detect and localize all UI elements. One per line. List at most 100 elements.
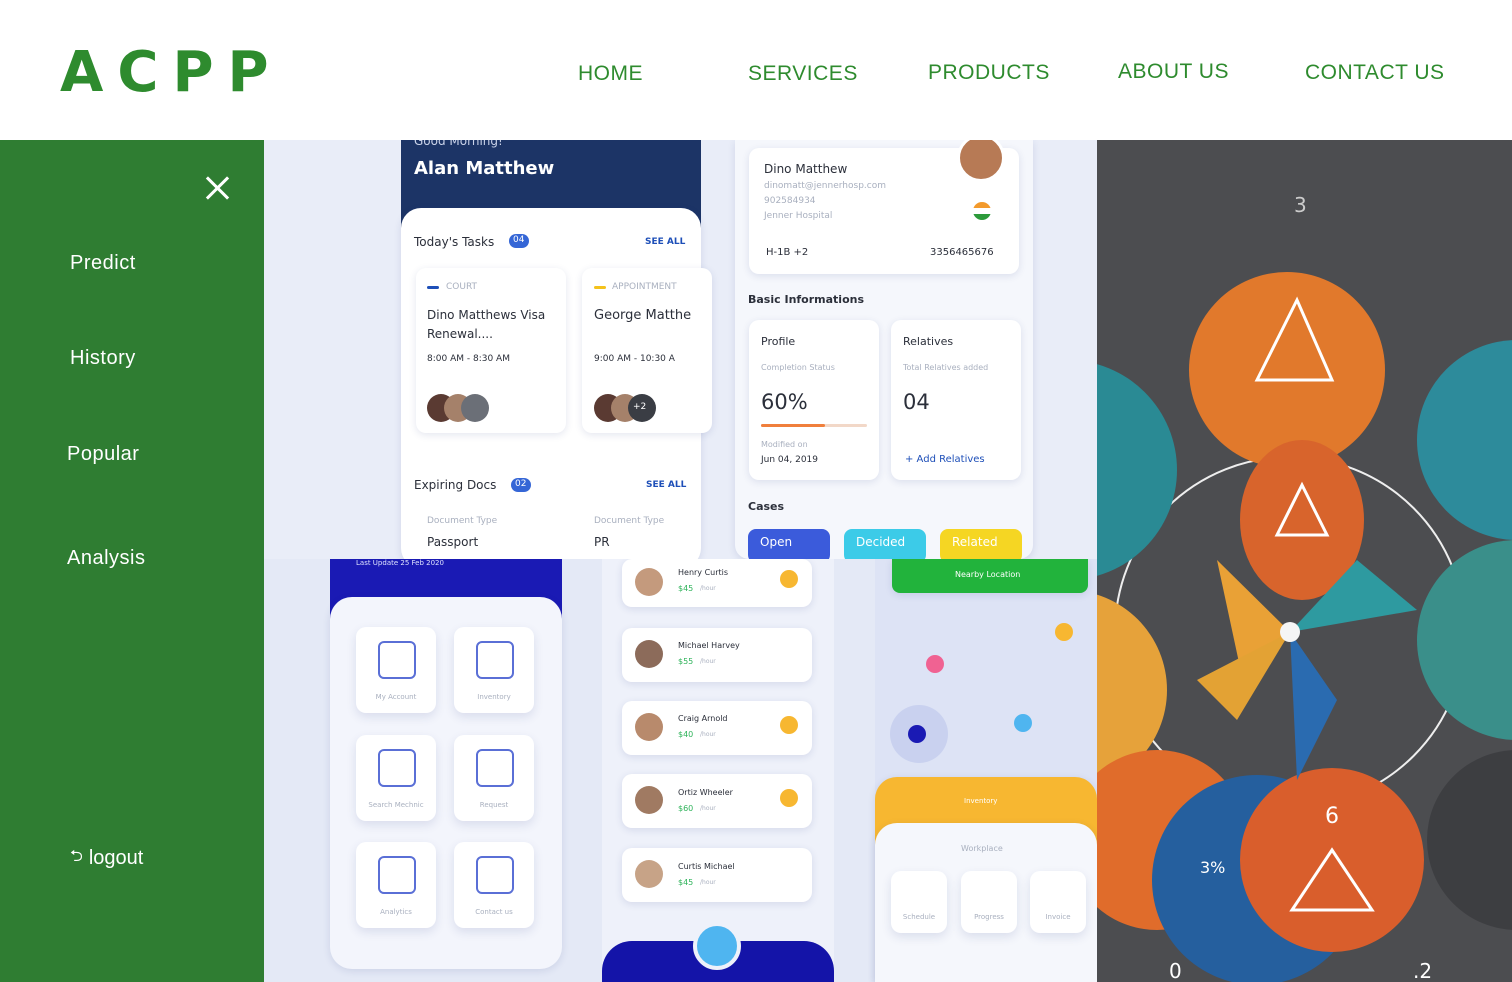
case-id: 3356465676: [930, 247, 994, 258]
showcase-image-top: Good Morning! Alan Matthew Today's Tasks…: [264, 140, 1097, 559]
nav-services[interactable]: SERVICES: [748, 62, 858, 86]
filter-icon[interactable]: [693, 922, 741, 970]
nav-about-us[interactable]: ABOUT US: [1118, 60, 1229, 84]
cases-open-tab[interactable]: Open: [748, 529, 830, 559]
invoice-tile[interactable]: Invoice: [1030, 871, 1086, 933]
tile-inventory[interactable]: Inventory: [454, 627, 534, 713]
brand-logo[interactable]: ACPP: [60, 40, 283, 105]
showcase-image-bottom: Last Update 25 Feb 2020 My Account Inven…: [264, 559, 1097, 982]
mechanics-screen: [602, 559, 834, 982]
mechanic-name-5: Curtis Michael: [678, 862, 735, 871]
close-icon[interactable]: [204, 174, 232, 202]
today-tasks-label: Today's Tasks: [414, 235, 495, 249]
task2-more: +2: [633, 402, 647, 412]
logout-label: logout: [88, 847, 144, 869]
modified-date: Jun 04, 2019: [761, 455, 819, 465]
completion-bar: [761, 424, 825, 427]
tile-my-account[interactable]: My Account: [356, 627, 436, 713]
task2-title: George Matthe: [594, 308, 692, 323]
task2-time: 9:00 AM - 10:30 A: [594, 354, 675, 364]
tile-analytics[interactable]: Analytics: [356, 842, 436, 928]
nav-products[interactable]: PRODUCTS: [928, 61, 1050, 85]
task2-tag: APPOINTMENT: [612, 282, 677, 292]
profile-label: Profile: [761, 335, 796, 348]
mechanic-rate-2: $55: [678, 657, 694, 666]
tasks-count: 04: [513, 235, 525, 245]
nav-contact-us[interactable]: CONTACT US: [1305, 61, 1445, 85]
total-relatives-label: Total Relatives added: [903, 363, 989, 372]
task1-title-2: Renewal....: [427, 327, 493, 341]
nearby-location-label: Nearby Location: [955, 570, 1021, 579]
completion-percent: 60%: [761, 390, 808, 414]
mechanic-per-1: /hour: [700, 585, 716, 592]
flag-icon: [973, 202, 991, 220]
sidebar-item-popular[interactable]: Popular: [67, 443, 139, 466]
mechanic-name-2: Michael Harvey: [678, 641, 740, 650]
map-pin-icon[interactable]: [926, 655, 944, 673]
workplace-label: Workplace: [961, 844, 1003, 853]
see-all-docs[interactable]: SEE ALL: [646, 480, 686, 490]
progress-tile[interactable]: Progress: [961, 871, 1017, 933]
schedule-tile[interactable]: Schedule: [891, 871, 947, 933]
nav-home[interactable]: HOME: [578, 62, 643, 86]
cases-related-tab[interactable]: Related: [940, 529, 1022, 559]
task1-time: 8:00 AM - 8:30 AM: [427, 354, 510, 364]
relatives-label: Relatives: [903, 335, 954, 348]
sidebar-item-history[interactable]: History: [70, 347, 136, 370]
last-update: Last Update 25 Feb 2020: [356, 559, 444, 567]
geometry-art-image: 3 6 3% 0 .2: [1097, 140, 1512, 982]
mechanic-rate-5: $45: [678, 878, 694, 887]
profile-email: dinomatt@jennerhosp.com: [764, 181, 886, 191]
tile-request[interactable]: Request: [454, 735, 534, 821]
tile-contact-us[interactable]: Contact us: [454, 842, 534, 928]
mechanic-name-1: Henry Curtis: [678, 568, 729, 577]
map-pin-icon[interactable]: [1055, 623, 1073, 641]
mechanic-per-2: /hour: [700, 658, 716, 665]
inventory-label: Inventory: [964, 797, 998, 805]
doc2-type: Document Type: [594, 516, 665, 526]
art-label-percent: 3%: [1200, 858, 1225, 877]
logout-button[interactable]: ⮌ logout: [70, 845, 143, 872]
modified-label: Modified on: [761, 440, 808, 449]
profile-hospital: Jenner Hospital: [764, 211, 833, 221]
task1-title: Dino Matthews Visa: [427, 308, 546, 322]
sidebar-item-analysis[interactable]: Analysis: [67, 547, 145, 570]
map-pin-icon[interactable]: [1014, 714, 1032, 732]
greeting-text: Good Morning!: [414, 140, 503, 148]
visa-type[interactable]: H-1B +2: [766, 247, 808, 258]
add-relatives-link[interactable]: + Add Relatives: [905, 454, 985, 465]
mechanic-rate-1: $45: [678, 584, 694, 593]
geometry-art-graphic: 3 6 3% 0 .2: [1097, 140, 1512, 982]
art-label-dot2: .2: [1413, 959, 1432, 982]
completion-label: Completion Status: [761, 363, 835, 372]
tile-search-mechnic[interactable]: Search Mechnic: [356, 735, 436, 821]
art-label-3: 3: [1294, 193, 1307, 217]
profile-phone: 902584934: [764, 196, 816, 206]
badge-icon: [780, 570, 798, 588]
expiring-docs-label: Expiring Docs: [414, 478, 497, 492]
mechanic-per-4: /hour: [700, 805, 716, 812]
doc2-name: PR: [594, 535, 610, 549]
mechanic-per-3: /hour: [700, 731, 716, 738]
sidebar: Predict History Popular Analysis ⮌ logou…: [0, 140, 264, 982]
doc1-type: Document Type: [427, 516, 498, 526]
relatives-count: 04: [903, 390, 930, 414]
top-header: ACPP HOME SERVICES PRODUCTS ABOUT US CON…: [0, 0, 1512, 140]
mechanic-rate-4: $60: [678, 804, 694, 813]
sidebar-item-predict[interactable]: Predict: [70, 252, 136, 275]
task1-tag: COURT: [446, 282, 478, 292]
user-name: Alan Matthew: [414, 158, 555, 179]
basic-info-title: Basic Informations: [748, 293, 865, 306]
art-label-0: 0: [1169, 959, 1182, 982]
see-all-tasks[interactable]: SEE ALL: [645, 237, 685, 247]
cases-decided-tab[interactable]: Decided: [844, 529, 926, 559]
mechanic-name-4: Ortiz Wheeler: [678, 788, 733, 797]
profile-name: Dino Matthew: [764, 162, 848, 176]
sign-out-icon: ⮌: [70, 848, 83, 865]
doc1-name: Passport: [427, 535, 479, 549]
mechanic-rate-3: $40: [678, 730, 694, 739]
mechanic-per-5: /hour: [700, 879, 716, 886]
mechanic-name-3: Craig Arnold: [678, 714, 728, 723]
current-location-icon: [908, 725, 926, 743]
cases-title: Cases: [748, 500, 785, 513]
